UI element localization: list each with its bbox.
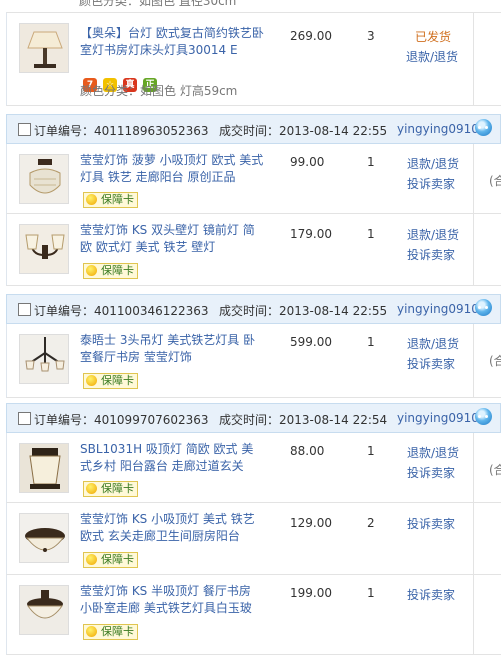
- order-item-row: 泰晤士 3头吊灯 美式铁艺灯具 卧室餐厅书房 莹莹灯饰 保障卡 599.00 1…: [6, 324, 501, 398]
- complain-seller-link[interactable]: 投诉卖家: [407, 585, 455, 605]
- product-title-link[interactable]: SBL1031H 吸顶灯 简欧 欧式 美式乡村 阳台露台 走廊过道玄关: [80, 441, 265, 475]
- row-divider: [473, 144, 474, 213]
- order-header: 订单编号：401099707602363 成交时间：2013-08-14 22:…: [6, 403, 501, 433]
- order-item-row: 莹莹灯饰 KS 双头壁灯 镜前灯 简欧 欧式灯 美式 铁艺 壁灯 保障卡 179…: [6, 214, 501, 286]
- order-checkbox[interactable]: [18, 123, 31, 136]
- product-thumbnail[interactable]: [19, 513, 69, 563]
- item-attr-remnant: 颜色分类：如图色 直径30cm: [79, 0, 237, 8]
- row-divider: [473, 13, 474, 105]
- item-quantity: 2: [367, 516, 375, 530]
- item-quantity: 1: [367, 335, 375, 349]
- item-price: 599.00: [290, 335, 332, 349]
- guarantee-card-badge[interactable]: 保障卡: [83, 192, 138, 208]
- order-time: 成交时间：2013-08-14 22:55: [219, 304, 388, 318]
- order-header: 订单编号：401118963052363 成交时间：2013-08-14 22:…: [6, 114, 501, 144]
- guarantee-card-badge[interactable]: 保障卡: [83, 263, 138, 279]
- guarantee-card-badge[interactable]: 保障卡: [83, 624, 138, 640]
- order-time: 成交时间：2013-08-14 22:54: [219, 413, 388, 427]
- item-actions: 退款/退货 投诉卖家: [407, 225, 459, 265]
- order-item-row: 【奥朵】台灯 欧式复古简约铁艺卧室灯书房灯床头灯具30014 E 7 ☆ 真正 颜色…: [6, 12, 501, 106]
- status-shipped: 已发货: [415, 30, 452, 44]
- complain-seller-link[interactable]: 投诉卖家: [407, 354, 459, 374]
- order-item-row: 莹莹灯饰 KS 小吸顶灯 美式 铁艺 欧式 玄关走廊卫生间厨房阳台 保障卡 12…: [6, 503, 501, 575]
- order-checkbox[interactable]: [18, 412, 31, 425]
- product-thumbnail[interactable]: [19, 585, 69, 635]
- order-header: 订单编号：401100346122363 成交时间：2013-08-14 22:…: [6, 294, 501, 324]
- product-thumbnail[interactable]: [19, 443, 69, 493]
- item-price: 88.00: [290, 444, 325, 458]
- order-number: 订单编号：401099707602363: [34, 413, 209, 427]
- product-title-link[interactable]: 莹莹灯饰 KS 半吸顶灯 餐厅书房 小卧室走廊 美式铁艺灯具白玉玻: [80, 583, 265, 617]
- complain-seller-link[interactable]: 投诉卖家: [407, 174, 459, 194]
- product-title-link[interactable]: 莹莹灯饰 菠萝 小吸顶灯 欧式 美式灯具 铁艺 走廊阳台 原创正品: [80, 152, 265, 186]
- refund-link[interactable]: 退款/退货: [406, 47, 458, 67]
- seller-name-link[interactable]: yingying0910: [397, 122, 479, 136]
- item-price: 99.00: [290, 155, 325, 169]
- order-number: 订单编号：401100346122363: [34, 304, 209, 318]
- item-attr: 颜色分类：如图色 灯高59cm: [80, 84, 238, 98]
- row-divider: [473, 324, 474, 397]
- item-quantity: 1: [367, 227, 375, 241]
- side-text: (合: [489, 463, 501, 477]
- complain-seller-link[interactable]: 投诉卖家: [407, 463, 459, 483]
- seller-name-link[interactable]: yingying0910: [397, 302, 479, 316]
- seller-name-link[interactable]: yingying0910: [397, 411, 479, 425]
- product-title-link[interactable]: 莹莹灯饰 KS 小吸顶灯 美式 铁艺 欧式 玄关走廊卫生间厨房阳台: [80, 511, 265, 545]
- order-item-row: SBL1031H 吸顶灯 简欧 欧式 美式乡村 阳台露台 走廊过道玄关 保障卡 …: [6, 433, 501, 503]
- refund-link[interactable]: 退款/退货: [407, 443, 459, 463]
- wangwang-chat-icon[interactable]: [475, 299, 492, 316]
- guarantee-card-badge[interactable]: 保障卡: [83, 552, 138, 568]
- item-price: 199.00: [290, 586, 332, 600]
- item-actions: 已发货 退款/退货: [406, 27, 458, 67]
- item-price: 269.00: [290, 29, 332, 43]
- product-thumbnail[interactable]: [19, 23, 69, 73]
- product-title-link[interactable]: 【奥朵】台灯 欧式复古简约铁艺卧室灯书房灯床头灯具30014 E: [80, 25, 265, 59]
- guarantee-card-badge[interactable]: 保障卡: [83, 481, 138, 497]
- product-title-link[interactable]: 泰晤士 3头吊灯 美式铁艺灯具 卧室餐厅书房 莹莹灯饰: [80, 332, 265, 366]
- refund-link[interactable]: 退款/退货: [407, 334, 459, 354]
- order-number: 订单编号：401118963052363: [34, 124, 209, 138]
- refund-link[interactable]: 退款/退货: [407, 225, 459, 245]
- order-list: 颜色分类：如图色 直径30cm 【奥朵】台灯 欧式复古简约铁艺卧室灯书房灯床头灯…: [6, 0, 501, 655]
- complain-seller-link[interactable]: 投诉卖家: [407, 245, 459, 265]
- product-thumbnail[interactable]: [19, 154, 69, 204]
- item-actions: 投诉卖家: [407, 514, 455, 534]
- refund-link[interactable]: 退款/退货: [407, 154, 459, 174]
- item-quantity: 1: [367, 444, 375, 458]
- item-price: 179.00: [290, 227, 332, 241]
- guarantee-card-badge[interactable]: 保障卡: [83, 373, 138, 389]
- product-thumbnail[interactable]: [19, 224, 69, 274]
- row-divider: [473, 214, 474, 285]
- item-actions: 退款/退货 投诉卖家: [407, 154, 459, 194]
- item-actions: 退款/退货 投诉卖家: [407, 334, 459, 374]
- item-quantity: 1: [367, 155, 375, 169]
- side-text: (合: [489, 354, 501, 368]
- row-divider: [473, 575, 474, 654]
- item-quantity: 1: [367, 586, 375, 600]
- order-checkbox[interactable]: [18, 303, 31, 316]
- complain-seller-link[interactable]: 投诉卖家: [407, 514, 455, 534]
- wangwang-chat-icon[interactable]: [475, 408, 492, 425]
- product-thumbnail[interactable]: [19, 334, 69, 384]
- item-actions: 投诉卖家: [407, 585, 455, 605]
- item-price: 129.00: [290, 516, 332, 530]
- product-title-link[interactable]: 莹莹灯饰 KS 双头壁灯 镜前灯 简欧 欧式灯 美式 铁艺 壁灯: [80, 222, 265, 256]
- item-actions: 退款/退货 投诉卖家: [407, 443, 459, 483]
- row-divider: [473, 433, 474, 502]
- wangwang-chat-icon[interactable]: [475, 119, 492, 136]
- order-time: 成交时间：2013-08-14 22:55: [219, 124, 388, 138]
- item-quantity: 3: [367, 29, 375, 43]
- order-item-row: 莹莹灯饰 菠萝 小吸顶灯 欧式 美式灯具 铁艺 走廊阳台 原创正品 保障卡 99…: [6, 144, 501, 214]
- side-text: (合: [489, 174, 501, 188]
- row-divider: [473, 503, 474, 574]
- order-item-row: 莹莹灯饰 KS 半吸顶灯 餐厅书房 小卧室走廊 美式铁艺灯具白玉玻 保障卡 19…: [6, 575, 501, 655]
